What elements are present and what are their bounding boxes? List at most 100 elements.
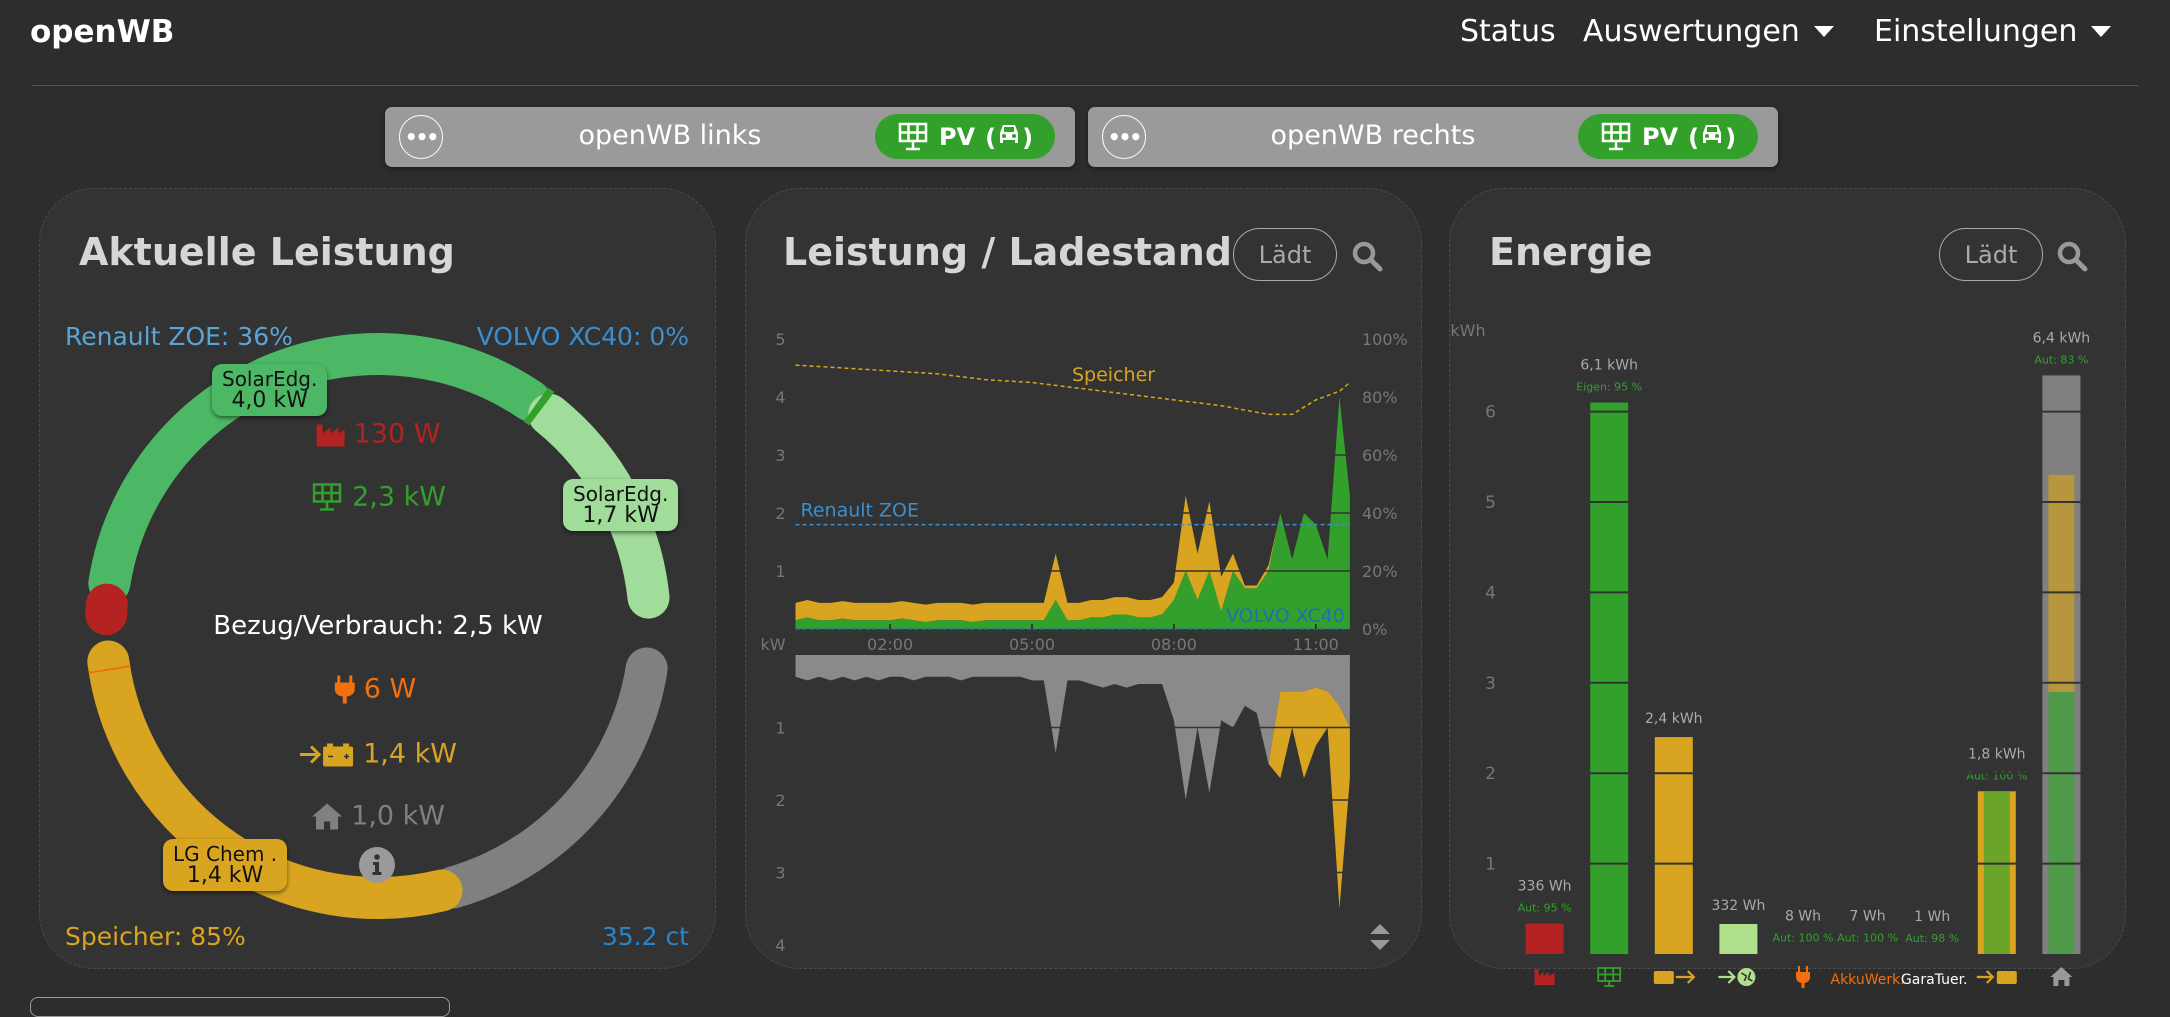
house-icon bbox=[311, 802, 343, 830]
badge-value: 1,4 kW bbox=[173, 865, 277, 887]
energy-card-title: Energie bbox=[1489, 230, 1653, 274]
charge-mode-badge[interactable]: PV () bbox=[875, 114, 1055, 159]
bottom-button[interactable] bbox=[30, 997, 450, 1017]
y-right-tick-label: 0% bbox=[1362, 620, 1387, 639]
y-tick-label: 1 bbox=[775, 562, 785, 581]
flow-charge: 6 W bbox=[334, 674, 416, 705]
badge-name: SolarEdg. bbox=[222, 368, 317, 390]
y-tick-label: 4 bbox=[1485, 583, 1496, 603]
bar-value-label: 2,4 kWh bbox=[1645, 711, 1703, 727]
bar-sub-label: Aut: 98 % bbox=[1905, 932, 1959, 945]
nav-einstellungen[interactable]: Einstellungen bbox=[1874, 14, 2111, 49]
bar-value-label: 1,8 kWh bbox=[1968, 746, 2026, 762]
energy-bar-segment bbox=[2048, 692, 2074, 954]
flow-grid: 130 W bbox=[316, 419, 441, 450]
nav-status[interactable]: Status bbox=[1460, 14, 1556, 49]
reference-line-label: VOLVO XC40 bbox=[1226, 605, 1345, 627]
solar-panel-icon bbox=[310, 482, 344, 512]
plug-icon bbox=[1796, 966, 1810, 988]
factory-icon bbox=[316, 421, 346, 447]
car-icon: () bbox=[1688, 122, 1736, 152]
badge-name: SolarEdg. bbox=[573, 483, 668, 505]
y-right-tick-label: 100% bbox=[1362, 330, 1408, 349]
energy-bar-segment bbox=[1984, 791, 2010, 954]
y-tick-label: 4 bbox=[775, 936, 785, 955]
y-right-tick-label: 20% bbox=[1362, 562, 1398, 581]
energy-bar-segment bbox=[2048, 475, 2074, 692]
y-tick-label: 1 bbox=[1485, 855, 1496, 875]
nav-status-label: Status bbox=[1460, 14, 1556, 49]
factory-icon bbox=[1535, 969, 1555, 985]
y-right-tick-label: 80% bbox=[1362, 388, 1398, 407]
charge-mode-label: PV bbox=[939, 123, 975, 151]
consumption-total: Bezug/Verbrauch: 2,5 kW bbox=[213, 611, 542, 641]
y-right-tick-label: 60% bbox=[1362, 446, 1398, 465]
badge-name: LG Chem . bbox=[173, 843, 277, 865]
info-icon[interactable] bbox=[359, 847, 395, 883]
badge-pv-2[interactable]: SolarEdg.1,7 kW bbox=[563, 479, 678, 531]
bar-value-label: 8 Wh bbox=[1785, 908, 1821, 924]
badge-battery[interactable]: LG Chem .1,4 kW bbox=[163, 839, 287, 891]
badge-value: 4,0 kW bbox=[222, 390, 317, 412]
y-axis-unit: kW bbox=[760, 635, 785, 654]
ellipsis-icon[interactable]: ••• bbox=[1102, 115, 1146, 159]
chargepoint-button-rechts[interactable]: ••• openWB rechts PV () bbox=[1088, 107, 1778, 167]
charge-mode-badge[interactable]: PV () bbox=[1578, 114, 1758, 159]
y-tick-label: 2 bbox=[775, 504, 785, 523]
energy-bar[interactable] bbox=[1655, 737, 1693, 954]
flow-pv-value: 2,3 kW bbox=[352, 482, 446, 513]
battery-in-icon bbox=[299, 741, 355, 767]
search-icon[interactable] bbox=[1351, 240, 1383, 272]
x-tick-label: 05:00 bbox=[1009, 635, 1055, 654]
nav-einstellungen-label: Einstellungen bbox=[1874, 14, 2077, 49]
arc-house bbox=[453, 669, 647, 888]
battery-out-icon bbox=[1654, 971, 1694, 984]
bar-category-label: AkkuWerk. bbox=[1831, 972, 1905, 988]
bar-value-label: 336 Wh bbox=[1518, 879, 1572, 895]
y-right-tick-label: 40% bbox=[1362, 504, 1398, 523]
bar-value-label: 7 Wh bbox=[1850, 908, 1886, 924]
y-tick-label: 3 bbox=[775, 446, 785, 465]
flow-pv: 2,3 kW bbox=[310, 482, 446, 513]
car-icon: () bbox=[985, 122, 1033, 152]
plug-icon bbox=[334, 674, 356, 704]
flow-charge-value: 6 W bbox=[364, 674, 416, 705]
flow-grid-value: 130 W bbox=[354, 419, 441, 450]
x-tick-label: 08:00 bbox=[1151, 635, 1197, 654]
history-status-button[interactable]: Lädt bbox=[1233, 228, 1337, 281]
battery-in-icon bbox=[1977, 971, 2017, 984]
chargepoint-name: openWB rechts bbox=[1148, 120, 1598, 151]
flow-battery-value: 1,4 kW bbox=[363, 739, 457, 770]
y-tick-label: 3 bbox=[775, 864, 785, 883]
x-tick-label: 02:00 bbox=[867, 635, 913, 654]
search-icon[interactable] bbox=[2056, 240, 2088, 272]
house-icon bbox=[2050, 967, 2072, 986]
energy-status-button[interactable]: Lädt bbox=[1939, 228, 2043, 281]
caret-down-icon bbox=[1814, 26, 1834, 37]
power-history-chart: SpeicherRenault ZOEVOLVO XC40123450%20%4… bbox=[745, 300, 1422, 960]
charge-mode-label: PV bbox=[1642, 123, 1678, 151]
energy-bar[interactable] bbox=[1526, 924, 1564, 954]
nav-auswertungen-label: Auswertungen bbox=[1583, 14, 1800, 49]
y-tick-label: 4 bbox=[775, 388, 785, 407]
bar-sub-label: Aut: 100 % bbox=[1837, 931, 1898, 944]
bar-sub-label: Aut: 100 % bbox=[1966, 769, 2027, 782]
y-tick-label: 6 bbox=[1485, 403, 1496, 423]
badge-pv-1[interactable]: SolarEdg.4,0 kW bbox=[212, 364, 327, 416]
sort-icon[interactable] bbox=[1368, 922, 1392, 952]
y-axis-unit: kWh bbox=[1450, 321, 1485, 340]
bar-sub-label: Aut: 100 % bbox=[1773, 931, 1834, 944]
y-tick-label: 3 bbox=[1485, 674, 1496, 694]
history-card-title: Leistung / Ladestand bbox=[783, 230, 1232, 274]
y-tick-label: 2 bbox=[775, 791, 785, 810]
flow-house-value: 1,0 kW bbox=[351, 801, 445, 832]
y-tick-label: 5 bbox=[1485, 493, 1496, 513]
nav-auswertungen[interactable]: Auswertungen bbox=[1583, 14, 1834, 49]
solar-panel-icon bbox=[897, 122, 929, 152]
bar-sub-label: Eigen: 95 % bbox=[1576, 381, 1642, 394]
energy-bar[interactable] bbox=[1719, 924, 1757, 954]
y-tick-label: 2 bbox=[1485, 764, 1496, 784]
arc-separator bbox=[536, 405, 542, 409]
arc-grid bbox=[106, 605, 107, 614]
energy-bar[interactable] bbox=[1590, 403, 1628, 954]
